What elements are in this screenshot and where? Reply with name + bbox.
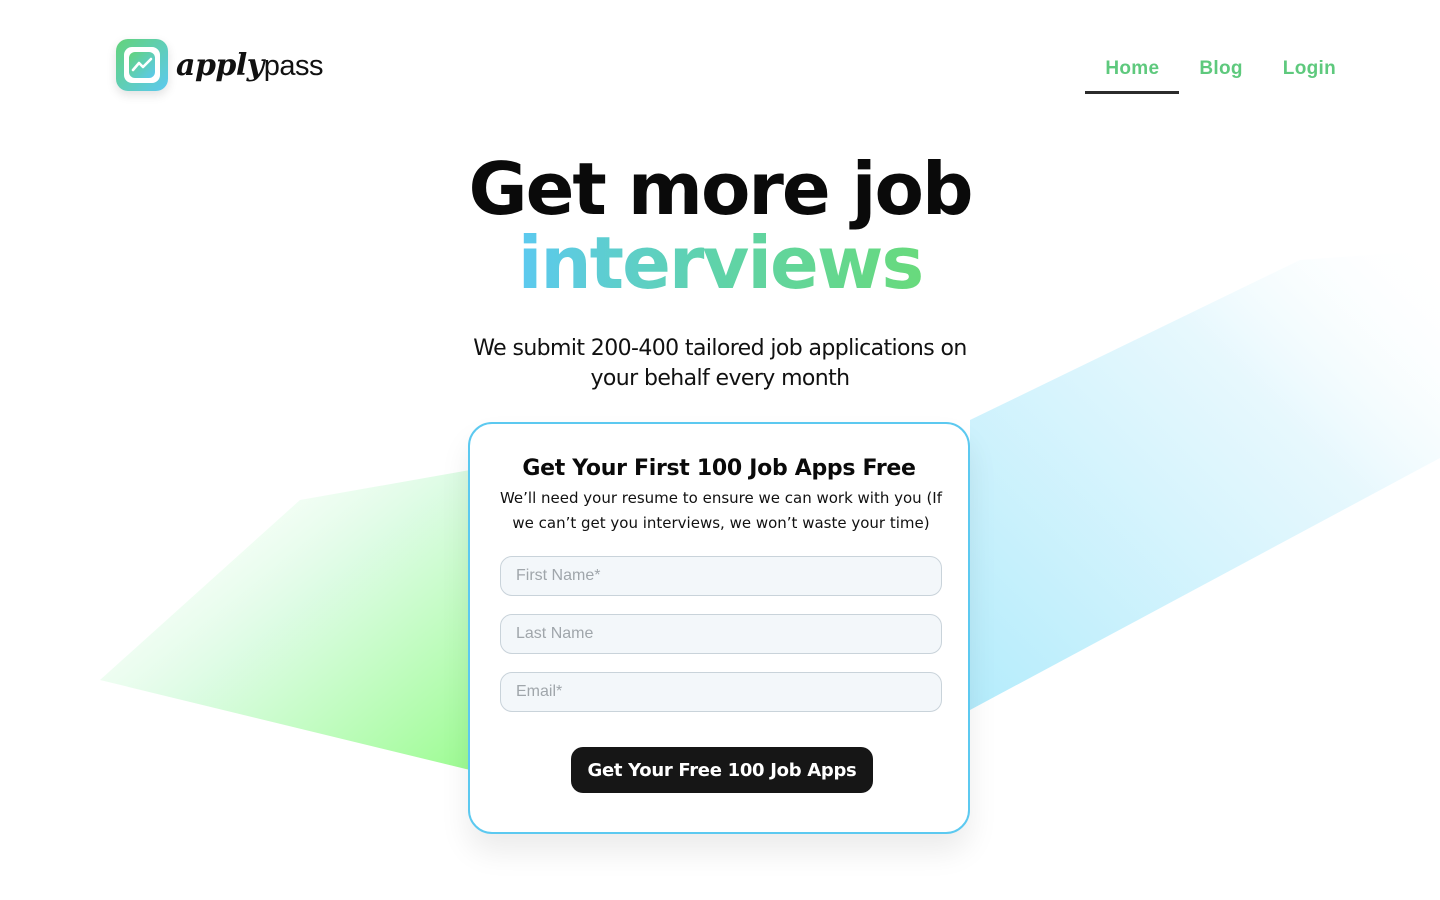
logo-text-script: apply [176, 47, 264, 83]
chart-trend-icon [129, 52, 155, 78]
logo-text-plain: pass [263, 49, 324, 82]
nav-home[interactable]: Home [1085, 48, 1180, 94]
main-nav: Home Blog Login [1085, 48, 1356, 94]
submit-button[interactable]: Get Your Free 100 Job Apps [571, 747, 873, 793]
blue-streak [970, 250, 1440, 710]
logo-mark [116, 39, 168, 91]
logo-wordmark: apply pass [176, 47, 324, 83]
nav-blog[interactable]: Blog [1179, 48, 1262, 91]
logo-link[interactable]: apply pass [116, 38, 324, 92]
hero-title: Get more job interviews [0, 152, 1440, 300]
signup-form-card: Get Your First 100 Job Apps Free We’ll n… [468, 422, 970, 834]
landing-page: apply pass Home Blog Login Get more job i… [0, 0, 1440, 900]
email-input[interactable] [500, 672, 942, 712]
first-name-input[interactable] [500, 556, 942, 596]
hero-subtitle: We submit 200-400 tailored job applicati… [473, 336, 967, 391]
hero-title-line1: Get more job [468, 147, 974, 231]
form-description: We’ll need your resume to ensure we can … [499, 489, 943, 532]
nav-login[interactable]: Login [1263, 48, 1356, 91]
site-header: apply pass Home Blog Login [0, 0, 1440, 110]
form-title: Get Your First 100 Job Apps Free [522, 456, 916, 481]
hero-title-line2: interviews [517, 221, 925, 305]
last-name-input[interactable] [500, 614, 942, 654]
green-streak [100, 470, 470, 770]
